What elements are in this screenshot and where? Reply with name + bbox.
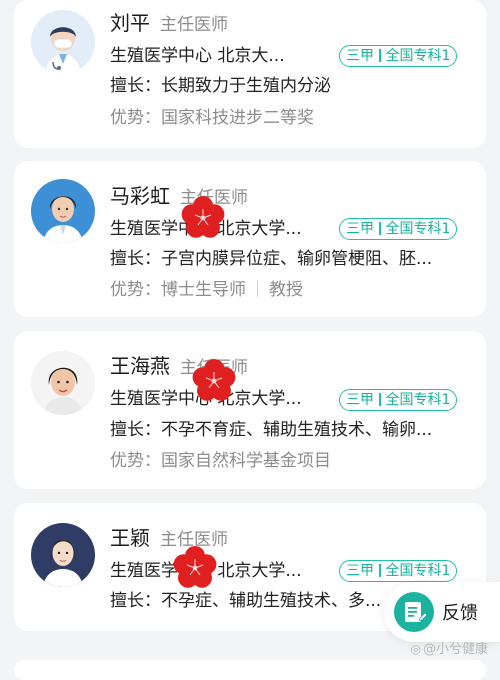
doctor-card[interactable]: 刘平 主任医师 生殖医学中心 北京大... 三甲 全国专科1 擅长：长期致力于生殖内…	[14, 0, 486, 148]
doctor-avatar	[31, 179, 95, 243]
advantage-item: 国家自然科学基金项目	[161, 451, 331, 471]
doctor-photo-avatar-icon	[31, 523, 95, 587]
doctor-specialty: 擅长：不孕不育症、辅助生殖技术、输卵...	[110, 420, 433, 440]
badge-level: 三甲	[346, 221, 374, 237]
doctor-advantage: 优势：国家自然科学基金项目	[110, 449, 331, 473]
hospital-level-badge: 三甲 全国专科1	[339, 45, 458, 67]
doctor-name-line: 马彩虹 主任医师	[110, 181, 248, 213]
doctor-specialty: 擅长：子宫内膜异位症、输卵管梗阻、胚...	[110, 249, 433, 269]
doctor-card-partial	[14, 660, 486, 680]
doctor-card[interactable]: 王海燕主任医师 生殖医学中心 北京大学... 三甲全国专科1 擅长：不孕不育症、…	[14, 331, 486, 489]
advantage-label: 优势：	[110, 451, 161, 471]
doctor-avatar	[31, 523, 95, 587]
watermark: ◎ @小兮健康	[411, 638, 489, 657]
doctor-advantage: 优势：博士生导师 教授	[110, 278, 303, 302]
doctor-name: 王海燕	[110, 354, 170, 378]
watermark-text: @小兮健康	[422, 642, 488, 657]
badge-divider	[379, 564, 381, 577]
doctor-name: 王颖	[110, 526, 150, 550]
advantage-item: 国家科技进步二等奖	[161, 108, 314, 128]
feedback-label: 反馈	[442, 603, 478, 624]
hospital-level-badge: 三甲 全国专科1	[339, 389, 458, 411]
advantage-item: 博士生导师	[161, 280, 246, 300]
badge-tag: 全国专科1	[385, 392, 451, 408]
badge-divider	[379, 49, 381, 62]
doctor-name-line: 刘平 主任医师	[110, 8, 228, 40]
hospital-level-badge: 三甲 全国专科1	[339, 218, 458, 240]
doctor-department: 生殖医学中心 北京大学...	[110, 561, 302, 581]
feedback-button[interactable]: 反馈	[384, 582, 500, 642]
badge-level: 三甲	[346, 392, 374, 408]
badge-tag: 全国专科1	[385, 563, 451, 579]
advantage-divider	[257, 281, 258, 297]
doctor-card[interactable]: 马彩虹 主任医师 生殖医学中心 北京大学... 三甲 全国专科1 擅长：子宫内膜异位…	[14, 161, 486, 317]
doctor-title: 主任医师	[160, 15, 228, 35]
doctor-avatar	[31, 351, 95, 415]
badge-level: 三甲	[346, 563, 374, 579]
doctor-avatar	[31, 10, 95, 74]
badge-tag: 全国专科1	[385, 221, 451, 237]
doctor-advantage: 优势：国家科技进步二等奖	[110, 106, 314, 130]
badge-tag: 全国专科1	[385, 48, 451, 64]
doctor-specialty: 擅长：不孕症、辅助生殖技术、多...	[110, 591, 382, 611]
doctor-cartoon-avatar-icon	[31, 10, 95, 74]
badge-divider	[379, 222, 381, 235]
doctor-name: 刘平	[110, 11, 150, 35]
doctor-photo-avatar-icon	[31, 351, 95, 415]
badge-level: 三甲	[346, 48, 374, 64]
doctor-department: 生殖医学中心 北京大...	[110, 46, 285, 66]
edit-note-icon	[394, 592, 434, 632]
doctor-specialty: 擅长：长期致力于生殖内分泌	[110, 76, 331, 96]
red-flower-sticker-icon	[181, 196, 225, 238]
advantage-label: 优势：	[110, 280, 161, 300]
red-flower-sticker-icon	[173, 546, 217, 588]
advantage-label: 优势：	[110, 108, 161, 128]
advantage-item: 教授	[269, 280, 303, 300]
doctor-name: 马彩虹	[110, 184, 170, 208]
doctor-photo-avatar-icon	[31, 179, 95, 243]
hospital-level-badge: 三甲 全国专科1	[339, 560, 458, 582]
xiaohongshu-logo-icon: ◎	[410, 642, 421, 656]
red-flower-sticker-icon	[192, 359, 236, 401]
badge-divider	[379, 393, 381, 406]
